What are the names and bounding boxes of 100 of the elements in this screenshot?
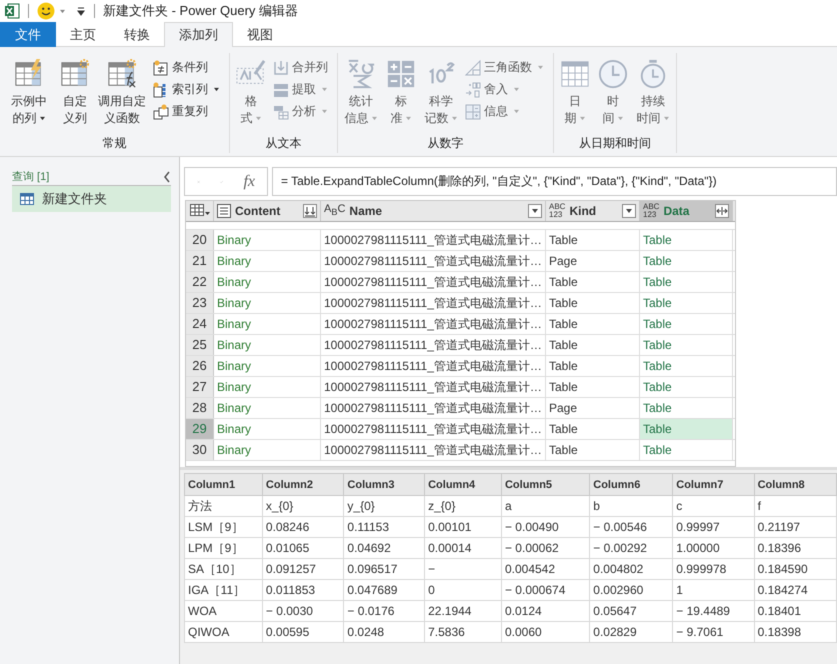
- table-cell: b: [590, 496, 673, 516]
- row-number[interactable]: 23: [186, 293, 214, 313]
- type-label: A$_{B}$C: [324, 203, 346, 219]
- ribbon-tab[interactable]: 转换: [110, 22, 164, 47]
- table-cell: 1000027981115111_管道式电磁流量计…: [321, 272, 546, 292]
- row-number[interactable]: 26: [186, 356, 214, 376]
- group-label: 从文本: [264, 135, 302, 152]
- file-tab[interactable]: 文件: [0, 22, 56, 47]
- formula-field[interactable]: = Table.ExpandTableColumn(删除的列, "自定义", {"Kind", "Data"}, {"Kind", "Data"}): [272, 167, 837, 196]
- table-cell: − 0.00490: [501, 516, 590, 538]
- table-cell: 1000027981115111_管道式电磁流量计…: [321, 293, 546, 313]
- expand-icon[interactable]: [715, 204, 729, 218]
- table-cell: 1: [672, 580, 754, 600]
- type-label: ABC 123: [549, 203, 566, 219]
- ribbon-tab[interactable]: 主页: [56, 22, 110, 47]
- table-cell: Table: [546, 440, 640, 460]
- table-cell: Binary: [214, 251, 321, 271]
- table-cell: 0.05647: [590, 600, 673, 622]
- table-cell: 0.00595: [262, 622, 344, 642]
- row-number[interactable]: 28: [186, 398, 214, 418]
- table-cell: Table: [546, 314, 640, 334]
- table-cell: 0.184590: [754, 558, 836, 580]
- excel-logo-icon[interactable]: [4, 3, 20, 19]
- table-cell: 0.18396: [754, 538, 836, 558]
- table-cell: 1000027981115111_管道式电磁流量计…: [321, 230, 546, 250]
- conditional-icon: [153, 60, 169, 76]
- ribbon-button[interactable]: 索引列: [151, 79, 222, 100]
- table-cell: 0.091257: [262, 558, 344, 580]
- table-cell: 0.0248: [344, 622, 425, 642]
- ribbon-button[interactable]: 条件列: [151, 57, 222, 78]
- table-cell: Binary: [214, 293, 321, 313]
- customize-toolbar-icon[interactable]: [76, 6, 86, 16]
- table-cell: Binary: [214, 335, 321, 355]
- group-label: 从数字: [426, 135, 464, 152]
- ribbon-tab[interactable]: 添加列: [164, 22, 233, 47]
- table-cell: Table: [546, 335, 640, 355]
- table-cell: Table: [640, 293, 733, 313]
- table-cell: x_{0}: [262, 496, 344, 516]
- table-cell: a: [501, 496, 590, 516]
- table-icon: [20, 193, 34, 205]
- table-cell: 0.011853: [262, 580, 344, 600]
- row-number[interactable]: 27: [186, 377, 214, 397]
- table-cell: − 0.0176: [344, 600, 425, 622]
- table-cell: LPM［9］: [184, 538, 262, 558]
- filter-dropdown-icon[interactable]: [528, 204, 542, 218]
- table-cell: 0.00101: [424, 516, 502, 538]
- column-header[interactable]: A$_{B}$C Name: [321, 201, 546, 221]
- row-number[interactable]: 25: [186, 335, 214, 355]
- table-cell: Page: [546, 398, 640, 418]
- table-cell: Table: [640, 314, 733, 334]
- type-label: ABC 123: [643, 203, 660, 219]
- table-cell: 0.0124: [501, 600, 590, 622]
- combine-files-icon[interactable]: [303, 204, 317, 218]
- table-cell: 0.002960: [590, 580, 673, 600]
- table-cell: 1000027981115111_管道式电磁流量计…: [321, 419, 546, 439]
- ribbon-button[interactable]: 重复列: [151, 101, 222, 122]
- column-header: Column4: [424, 474, 502, 496]
- function-button[interactable]: fx: [243, 172, 255, 190]
- row-number[interactable]: 21: [186, 251, 214, 271]
- table-cell: Table: [546, 356, 640, 376]
- table-cell: 0: [424, 580, 502, 600]
- column-header: Column5: [501, 474, 590, 496]
- triangle-icon: [465, 60, 481, 76]
- row-number[interactable]: 30: [186, 440, 214, 460]
- table-cell: 22.1944: [424, 600, 502, 622]
- ribbon-button[interactable]: 示例中的列: [3, 57, 55, 135]
- group-label: 常规: [102, 135, 128, 152]
- table-cell: 1000027981115111_管道式电磁流量计…: [321, 335, 546, 355]
- table-cell: 1000027981115111_管道式电磁流量计…: [321, 314, 546, 334]
- column-header[interactable]: Content: [214, 201, 321, 221]
- table-cell: − 19.4489: [672, 600, 754, 622]
- ribbon-tab[interactable]: 视图: [233, 22, 287, 47]
- window-title: 新建文件夹 - Power Query 编辑器: [103, 2, 298, 20]
- table-cell: 0.08246: [262, 516, 344, 538]
- arithmetic-icon: [386, 59, 416, 89]
- table-cell: 1000027981115111_管道式电磁流量计…: [321, 377, 546, 397]
- table-cell: Binary: [214, 272, 321, 292]
- table-cell: 0.02829: [590, 622, 673, 642]
- table-cell: − 0.000674: [501, 580, 590, 600]
- table-cell: Binary: [214, 377, 321, 397]
- row-number[interactable]: 24: [186, 314, 214, 334]
- table-cell: Table: [546, 293, 640, 313]
- ribbon-button[interactable]: 调用自定义函数: [95, 57, 149, 135]
- ribbon-button[interactable]: 自定义列: [57, 57, 93, 135]
- table-cell: Table: [640, 251, 733, 271]
- table-cell: Binary: [214, 314, 321, 334]
- row-number[interactable]: 22: [186, 272, 214, 292]
- row-number[interactable]: 20: [186, 230, 214, 250]
- filter-dropdown-icon[interactable]: [622, 204, 636, 218]
- table-cell: Binary: [214, 398, 321, 418]
- table-cell: 0.004542: [501, 558, 590, 580]
- query-item[interactable]: 新建文件夹: [12, 186, 171, 212]
- table-cell: z_{0}: [424, 496, 502, 516]
- table-cell: 1000027981115111_管道式电磁流量计…: [321, 440, 546, 460]
- caret-icon[interactable]: [59, 8, 66, 14]
- table-cell: 0.00014: [424, 538, 502, 558]
- smiley-icon[interactable]: [37, 2, 55, 20]
- group-label: 从日期和时间: [578, 135, 652, 152]
- table-cell: Table: [546, 377, 640, 397]
- collapse-icon[interactable]: [163, 170, 171, 182]
